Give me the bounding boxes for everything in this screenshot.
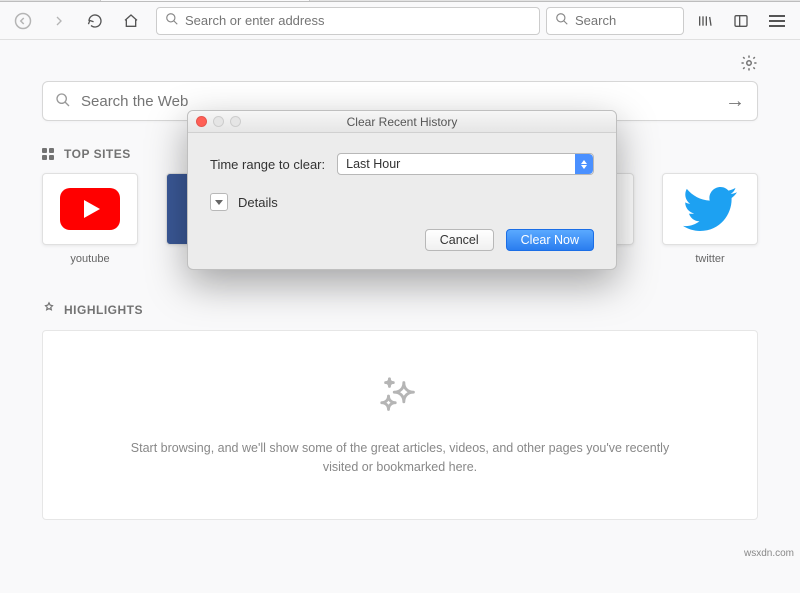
details-label: Details [238,195,278,210]
highlights-empty-panel: Start browsing, and we'll show some of t… [42,330,758,520]
menu-button[interactable] [762,6,792,36]
forward-button[interactable] [44,6,74,36]
time-range-label: Time range to clear: [210,157,325,172]
search-input[interactable] [575,13,751,28]
select-arrows-icon [575,154,593,174]
highlights-header: HIGHLIGHTS [42,301,758,318]
new-tab-button[interactable]: + [310,0,338,1]
details-expander[interactable] [210,193,228,211]
search-submit-icon[interactable]: → [725,90,745,113]
tile-label: youtube [70,253,109,265]
library-button[interactable] [690,6,720,36]
dialog-title: Clear Recent History [188,115,616,129]
address-input[interactable] [185,13,531,28]
topsite-youtube[interactable]: youtube [42,173,138,265]
top-sites-label: TOP SITES [64,147,131,161]
cancel-button[interactable]: Cancel [425,229,494,251]
clear-history-dialog: Clear Recent History Time range to clear… [187,110,617,270]
nav-toolbar [0,2,800,40]
tab-newtab[interactable]: New Tab × [100,0,310,1]
highlights-label: HIGHLIGHTS [64,303,143,317]
hamburger-icon [769,15,785,27]
watermark: wsxdn.com [744,548,794,559]
clear-now-button[interactable]: Clear Now [506,229,594,251]
customize-gear-icon[interactable] [740,54,758,75]
search-icon [555,12,569,29]
search-icon [165,12,179,29]
home-button[interactable] [116,6,146,36]
back-button[interactable] [8,6,38,36]
search-icon [55,92,71,111]
search-bar[interactable] [546,7,684,35]
youtube-icon [60,188,120,230]
topsite-twitter[interactable]: twitter [662,173,758,265]
main-search-input[interactable] [81,93,715,110]
time-range-value: Last Hour [346,157,400,171]
reload-button[interactable] [80,6,110,36]
sidebar-button[interactable] [726,6,756,36]
highlights-icon [42,301,56,318]
dialog-titlebar: Clear Recent History [188,111,616,133]
twitter-icon [683,187,737,231]
address-bar[interactable] [156,7,540,35]
highlights-empty-text: Start browsing, and we'll show some of t… [123,439,677,477]
time-range-select[interactable]: Last Hour [337,153,594,175]
sparkles-icon [377,373,423,425]
tile-label: twitter [695,253,724,265]
grid-icon [42,148,56,160]
